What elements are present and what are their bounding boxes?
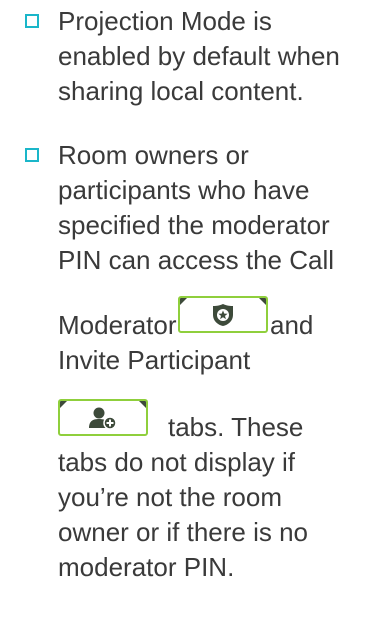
bullet-text-line: you’re not the room (58, 482, 283, 512)
bullet-text-line: Invite Participant (58, 345, 251, 375)
moderator-badge-icon (213, 303, 233, 326)
invite-participant-icon (89, 407, 117, 430)
invite-participant-tab[interactable] (58, 399, 148, 436)
bullet-text-line: sharing local content. (58, 76, 304, 106)
call-moderator-tab[interactable] (178, 296, 268, 333)
bullet-text-line: Room owners or (58, 140, 249, 170)
bullet-text-line: Moderator (58, 310, 177, 340)
tab-corner (139, 401, 146, 408)
bullet-text-line: tabs. These (168, 412, 304, 442)
bullet-text-line: moderator PIN. (58, 552, 235, 582)
checkbox-icon (25, 148, 39, 162)
bullet-text-line: tabs do not display if (58, 447, 296, 477)
tab-corner (259, 298, 266, 305)
bullet-text-line: specified the moderator (58, 210, 330, 240)
bullet-text-line: enabled by default when (58, 41, 340, 71)
bullet-text-line: and (270, 310, 314, 340)
tab-corner (60, 401, 67, 408)
bullet-text-line: PIN can access the Call (58, 245, 335, 275)
bullet-text-line: participants who have (58, 175, 310, 205)
bullet-text-line: Projection Mode is (58, 6, 272, 36)
tab-corner (180, 298, 187, 305)
checkbox-icon (25, 14, 39, 28)
bullet-text-line: owner or if there is no (58, 517, 309, 547)
